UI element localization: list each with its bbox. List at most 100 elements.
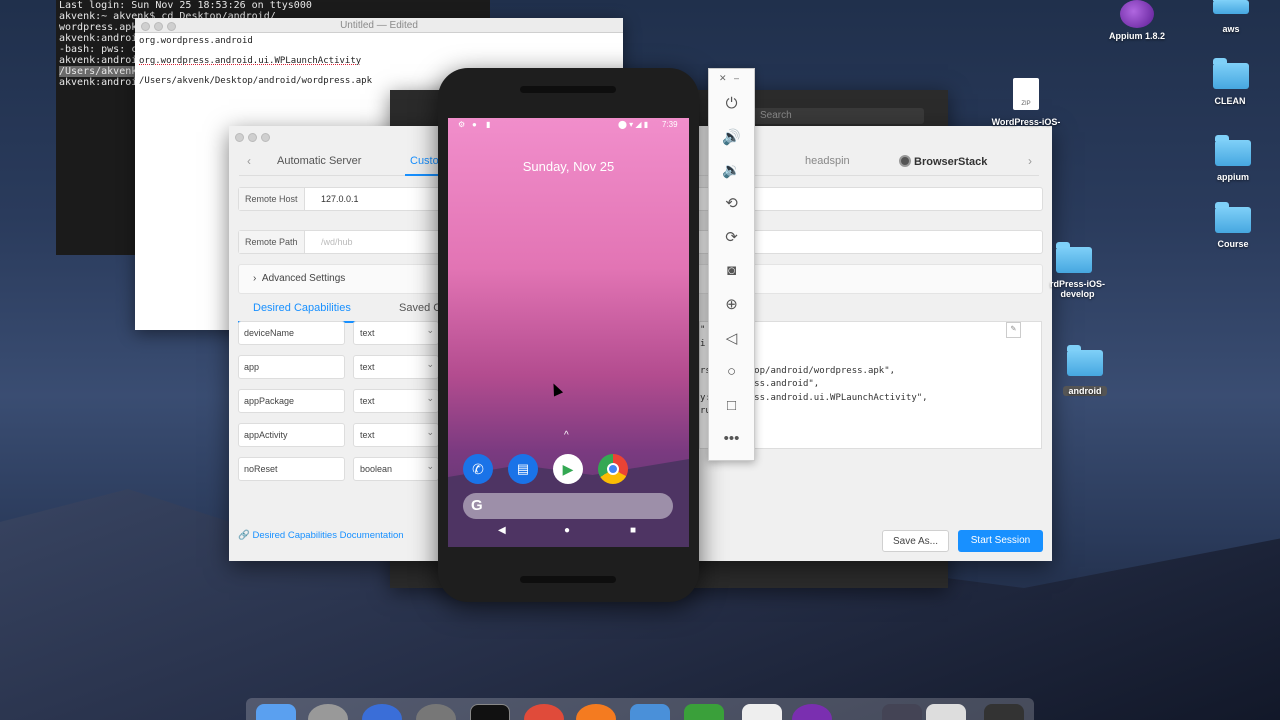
- capability-name-input[interactable]: appActivity: [238, 423, 345, 447]
- terminal-app-icon[interactable]: [470, 704, 510, 720]
- more-icon[interactable]: •••: [709, 425, 754, 453]
- tab-headspin[interactable]: headspin: [805, 155, 850, 167]
- zip-file-icon[interactable]: ZIP: [1013, 78, 1039, 110]
- volume-up-icon[interactable]: 🔊: [709, 124, 754, 152]
- window-controls[interactable]: [141, 21, 180, 36]
- tab-desired-capabilities[interactable]: Desired Capabilities: [253, 302, 351, 314]
- xcode-icon[interactable]: [630, 704, 670, 720]
- appium-dock-icon[interactable]: [792, 704, 832, 720]
- desktop-icon-label[interactable]: Course: [1204, 239, 1262, 249]
- remote-path-label: Remote Path: [239, 231, 305, 253]
- desktop-icon-label[interactable]: appium: [1204, 172, 1262, 182]
- nav-home-icon[interactable]: ●: [564, 525, 570, 536]
- remote-host-input[interactable]: 127.0.0.1: [321, 188, 359, 210]
- window-controls[interactable]: [235, 129, 274, 147]
- folder-icon[interactable]: [1215, 135, 1251, 166]
- folder-icon[interactable]: [1056, 242, 1092, 273]
- emulator-controls: ✕ – ⏻ 🔊 🔉 ⟲ ⟳ ◙ ⊕ ◁ ○ □ •••: [708, 68, 755, 461]
- desktop-icon-label[interactable]: aws: [1206, 24, 1256, 34]
- volume-down-icon[interactable]: 🔉: [709, 157, 754, 185]
- capability-name-input[interactable]: deviceName: [238, 321, 345, 345]
- rotate-right-icon[interactable]: ⟳: [709, 224, 754, 252]
- sd-card-icon: ▮: [486, 120, 491, 129]
- nav-back-icon[interactable]: ◀: [498, 525, 506, 536]
- capability-type-select[interactable]: text: [353, 387, 439, 413]
- textedit-icon[interactable]: [742, 704, 782, 720]
- capability-type-select[interactable]: text: [353, 319, 439, 345]
- wifi-signal-battery-icons: ⬤ ▾ ◢ ▮: [618, 120, 649, 129]
- folder-icon[interactable]: [1213, 58, 1249, 89]
- play-store-icon[interactable]: ▶: [553, 454, 583, 484]
- notification-icon: ●: [472, 120, 477, 129]
- appium-app-icon[interactable]: [1120, 0, 1154, 28]
- macos-dock: [246, 698, 1034, 720]
- desired-capabilities-doc-link[interactable]: 🔗 Desired Capabilities Documentation: [238, 530, 404, 541]
- capability-name-input[interactable]: noReset: [238, 457, 345, 481]
- textedit-titlebar: Untitled — Edited: [135, 18, 623, 33]
- phone-app-icon[interactable]: ✆: [463, 454, 493, 484]
- tab-saved-capability-sets[interactable]: Saved C: [399, 302, 441, 314]
- messages-app-icon[interactable]: ▤: [508, 454, 538, 484]
- speaker-grille: [520, 86, 616, 93]
- tab-browserstack[interactable]: BrowserStack: [899, 155, 987, 168]
- desktop-icon-label[interactable]: WordPress-iOS-: [985, 117, 1067, 127]
- settings-icon: ⚙: [458, 120, 466, 129]
- tab-automatic-server[interactable]: Automatic Server: [277, 155, 361, 167]
- desktop-icon-label[interactable]: CLEAN: [1200, 96, 1260, 106]
- emulator-window-controls[interactable]: ✕ –: [709, 69, 754, 89]
- chrome-dock-icon[interactable]: [524, 704, 564, 720]
- home-icon[interactable]: ○: [709, 358, 754, 386]
- edit-icon[interactable]: ✎: [1005, 322, 1021, 338]
- desktop-icon-label[interactable]: android: [1063, 386, 1107, 396]
- google-search-bar[interactable]: G: [463, 493, 673, 519]
- start-session-button[interactable]: Start Session: [958, 530, 1043, 552]
- chevron-right-icon: ›: [253, 273, 257, 284]
- capability-name-input[interactable]: appPackage: [238, 389, 345, 413]
- safari-icon[interactable]: [362, 704, 402, 720]
- capability-type-select[interactable]: boolean: [353, 455, 439, 481]
- documents-icon[interactable]: [926, 704, 966, 720]
- desktop-icon-label[interactable]: rdPress-iOS-develop: [1040, 279, 1115, 299]
- chevron-right-icon[interactable]: ›: [1028, 154, 1032, 168]
- launchpad-icon[interactable]: [308, 704, 348, 720]
- android-emulator[interactable]: ⚙ ● ▮ ⬤ ▾ ◢ ▮ 7:39 Sunday, Nov 25 ^ ✆ ▤ …: [438, 68, 699, 602]
- downloads-icon[interactable]: [882, 704, 922, 720]
- android-studio-icon[interactable]: [684, 704, 724, 720]
- firefox-icon[interactable]: [576, 704, 616, 720]
- desktop-icon-label[interactable]: Appium 1.8.2: [1100, 31, 1174, 41]
- camera-icon[interactable]: ◙: [709, 257, 754, 285]
- back-icon[interactable]: ◁: [709, 325, 754, 353]
- finder-icon[interactable]: [256, 704, 296, 720]
- folder-icon[interactable]: [1213, 0, 1249, 14]
- clock: 7:39: [662, 120, 678, 129]
- doc-link-label: Desired Capabilities Documentation: [252, 530, 404, 541]
- folder-icon[interactable]: [1067, 345, 1103, 376]
- link-icon: 🔗: [238, 530, 250, 541]
- system-preferences-icon[interactable]: [416, 704, 456, 720]
- zoom-icon[interactable]: ⊕: [709, 291, 754, 319]
- tab-custom-server[interactable]: Custo: [410, 155, 439, 167]
- save-as-button[interactable]: Save As...: [882, 530, 949, 552]
- chevron-left-icon[interactable]: ‹: [247, 154, 251, 168]
- power-icon[interactable]: ⏻: [709, 90, 754, 118]
- status-bar: ⚙ ● ▮ ⬤ ▾ ◢ ▮ 7:39: [448, 118, 689, 132]
- capability-type-select[interactable]: text: [353, 421, 439, 447]
- window-title: Untitled — Edited: [340, 20, 418, 31]
- search-field[interactable]: Search: [752, 108, 924, 124]
- date-widget[interactable]: Sunday, Nov 25: [448, 159, 689, 174]
- folder-icon[interactable]: [1215, 202, 1251, 233]
- browserstack-icon: [899, 155, 911, 167]
- capability-type-select[interactable]: text: [353, 353, 439, 379]
- remote-host-label: Remote Host: [239, 188, 305, 210]
- chrome-icon[interactable]: [598, 454, 628, 484]
- phone-screen[interactable]: ⚙ ● ▮ ⬤ ▾ ◢ ▮ 7:39 Sunday, Nov 25 ^ ✆ ▤ …: [448, 118, 689, 547]
- capability-name-input[interactable]: app: [238, 355, 345, 379]
- overview-icon[interactable]: □: [709, 392, 754, 420]
- nav-overview-icon[interactable]: ■: [630, 525, 636, 536]
- rotate-left-icon[interactable]: ⟲: [709, 190, 754, 218]
- trash-icon[interactable]: [984, 704, 1024, 720]
- google-icon: G: [471, 497, 483, 514]
- remote-path-input[interactable]: /wd/hub: [321, 231, 353, 253]
- advanced-settings-label: Advanced Settings: [261, 273, 346, 284]
- app-drawer-chevron-icon[interactable]: ^: [564, 430, 569, 441]
